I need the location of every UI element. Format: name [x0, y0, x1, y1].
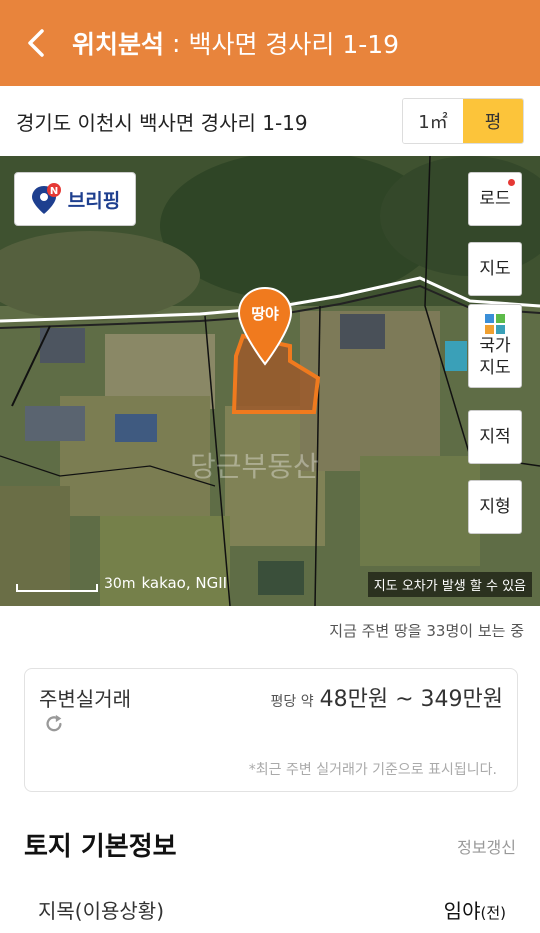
briefing-button[interactable]: N 브리핑	[14, 172, 136, 226]
scale-label: 30m	[104, 576, 136, 592]
map-view-button[interactable]: 지도	[468, 242, 522, 296]
refresh-icon[interactable]	[43, 713, 65, 735]
map-error-note: 지도 오차가 발생 할 수 있음	[367, 572, 532, 597]
satellite-map[interactable]: 당근부동산 N 브리핑 로드 지도 국가 지도 지적 지형 땅야 30m kak…	[0, 156, 540, 606]
price-prefix: 평당 약	[270, 694, 314, 710]
scale-bar	[16, 584, 98, 592]
unit-toggle: 1㎡ 평	[402, 98, 524, 144]
deal-price: 평당 약 48만원 ~ 349만원	[271, 681, 503, 713]
chevron-left-icon	[28, 29, 44, 57]
map-provider: kakao, NGII	[141, 574, 228, 592]
pin-label: 땅야	[251, 305, 279, 323]
map-view-label: 지도	[479, 258, 511, 279]
land-info-title: 토지 기본정보	[24, 832, 177, 862]
viewing-count: 지금 주변 땅을 33명이 보는 중	[329, 622, 524, 640]
terrain-label: 지형	[479, 496, 511, 517]
land-category-label: 지목(이용상황)	[38, 899, 165, 923]
page-subtitle: 백사면 경사리 1-19	[188, 30, 400, 59]
unit-pyeong-button[interactable]: 평	[463, 99, 523, 143]
address-bar: 경기도 이천시 백사면 경사리 1-19 1㎡ 평	[0, 86, 540, 156]
info-refresh-button[interactable]: 정보갱신	[457, 834, 516, 858]
land-category-value: 임야(전)	[444, 895, 506, 924]
land-category-main: 임야	[443, 899, 481, 923]
national-map-icon	[485, 313, 505, 334]
map-watermark: 당근부동산	[190, 450, 319, 483]
road-view-label: 로드	[479, 188, 511, 209]
page-title: 위치분석	[72, 30, 165, 59]
address-text: 경기도 이천시 백사면 경사리 1-19	[16, 110, 308, 135]
top-app-bar: 위치분석 : 백사면 경사리 1-19	[0, 0, 540, 86]
cadastral-label: 지적	[479, 426, 511, 447]
unit-sqm-button[interactable]: 1㎡	[403, 99, 463, 143]
title-separator: :	[172, 28, 181, 58]
national-map-button[interactable]: 국가 지도	[468, 304, 522, 388]
road-view-button[interactable]: 로드	[468, 172, 522, 226]
map-scale: 30m kakao, NGII	[16, 574, 227, 592]
nearby-deals-card: 주변실거래 평당 약 48만원 ~ 349만원 *최근 주변 실거래가 기준으로…	[24, 668, 518, 792]
price-range: 48만원 ~ 349만원	[319, 687, 503, 712]
terrain-button[interactable]: 지형	[468, 480, 522, 534]
deal-note: *최근 주변 실거래가 기준으로 표시됩니다.	[248, 762, 497, 778]
briefing-label: 브리핑	[67, 189, 121, 212]
land-category-suffix: (전)	[480, 904, 506, 922]
national-map-label: 국가 지도	[479, 335, 511, 378]
new-badge: N	[50, 186, 58, 197]
notification-dot	[508, 179, 515, 186]
back-button[interactable]	[0, 0, 72, 86]
location-pin-icon: N	[31, 183, 61, 214]
nearby-deals-label: 주변실거래	[39, 687, 131, 711]
cadastral-button[interactable]: 지적	[468, 410, 522, 464]
land-pin-marker[interactable]: 땅야	[237, 286, 293, 370]
map-pin-icon: 땅야	[237, 286, 293, 366]
